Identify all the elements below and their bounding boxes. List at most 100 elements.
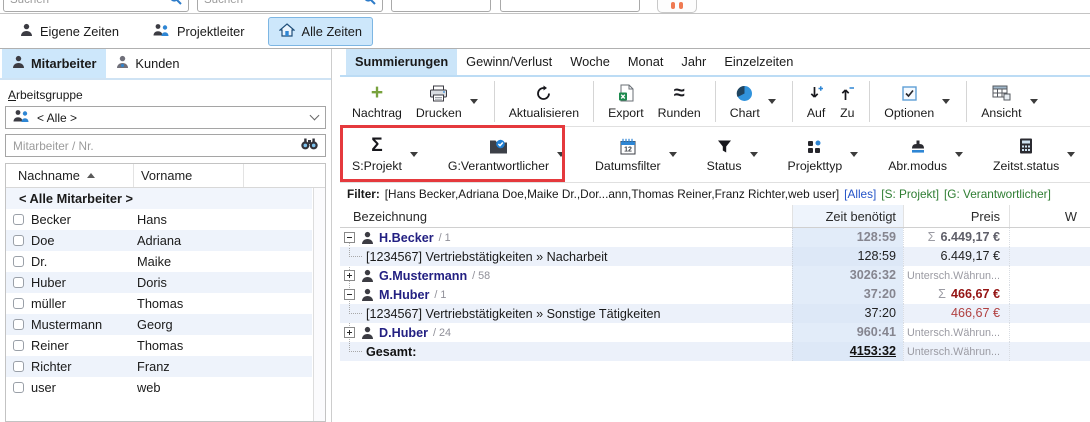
toolbar-button-g-verantwortlicher[interactable]: G:Verantwortlicher: [441, 127, 574, 182]
expand-toggle[interactable]: [344, 327, 355, 338]
employee-checkbox[interactable]: [13, 214, 24, 225]
datumsfilter-dropdown-arrow[interactable]: [669, 152, 677, 157]
employee-row[interactable]: RichterFranz: [6, 356, 312, 377]
drucken-dropdown-arrow[interactable]: [470, 99, 478, 104]
chevron-down-icon: [310, 111, 320, 121]
employee-row[interactable]: DoeAdriana: [6, 230, 312, 251]
column-header-vorname[interactable]: Vorname: [134, 164, 244, 187]
all-employees-row[interactable]: < Alle Mitarbeiter >: [6, 188, 312, 209]
summary-row[interactable]: D.Huber/ 24960:41Untersch.Währun...: [340, 323, 1090, 342]
refresh-icon: [535, 83, 552, 103]
toolbar-button-s-projekt[interactable]: ΣS:Projekt: [345, 127, 427, 182]
tab-einzelzeiten[interactable]: Einzelzeiten: [715, 49, 802, 75]
summary-row[interactable]: M.Huber/ 137:20Σ466,67 €: [340, 285, 1090, 304]
scrollbar-track[interactable]: [313, 188, 325, 421]
view-tab-eigene-zeiten[interactable]: Eigene Zeiten: [9, 17, 130, 46]
employee-row[interactable]: Dr.Maike: [6, 251, 312, 272]
view-tab-alle-zeiten[interactable]: Alle Zeiten: [268, 17, 373, 46]
employee-checkbox[interactable]: [13, 298, 24, 309]
expand-toggle[interactable]: [344, 270, 355, 281]
toolbar-button-body: Aktualisieren: [509, 83, 579, 120]
tab-mitarbeiter[interactable]: Mitarbeiter: [2, 49, 106, 78]
chart-dropdown-arrow[interactable]: [768, 99, 776, 104]
summary-child-row[interactable]: [1234567] Vertriebstätigkeiten » Sonstig…: [340, 304, 1090, 323]
time-value: 128:59: [857, 230, 896, 244]
view-tab-projektleiter[interactable]: Projektleiter: [142, 17, 256, 46]
time-cell: 4153:32: [792, 342, 903, 361]
toolbar-button-chart[interactable]: Chart: [723, 77, 785, 126]
employee-row[interactable]: müllerThomas: [6, 293, 312, 314]
toolbar-button-aktualisieren[interactable]: Aktualisieren: [502, 77, 586, 126]
toolbar-button-zeitst-status[interactable]: Zeitst.status: [986, 127, 1084, 182]
tab-jahr[interactable]: Jahr: [672, 49, 715, 75]
employee-row[interactable]: BeckerHans: [6, 209, 312, 230]
employee-checkbox[interactable]: [13, 382, 24, 393]
toolbar-button-body: Projekttyp: [788, 136, 843, 173]
s-projekt-dropdown-arrow[interactable]: [410, 152, 418, 157]
employee-search-input[interactable]: Mitarbeiter / Nr.: [5, 134, 326, 157]
search-input-2[interactable]: Suchen: [197, 0, 383, 12]
toolbar-button-status[interactable]: Status: [700, 127, 767, 182]
tab-kunden[interactable]: Kunden: [106, 49, 189, 78]
toolbar-button-nachtrag[interactable]: +Nachtrag: [345, 77, 409, 126]
employee-row[interactable]: HuberDoris: [6, 272, 312, 293]
employee-checkbox[interactable]: [13, 361, 24, 372]
filter-field-2[interactable]: [500, 0, 640, 12]
zeitst-status-dropdown-arrow[interactable]: [1067, 152, 1075, 157]
price-value: 6.449,17 €: [940, 249, 1000, 263]
toolbar-button-projekttyp[interactable]: Projekttyp: [781, 127, 868, 182]
toolbar-button-export[interactable]: Export: [601, 77, 651, 126]
toolbar-button-auf[interactable]: Auf: [800, 77, 832, 126]
employee-checkbox[interactable]: [13, 256, 24, 267]
employee-row[interactable]: userweb: [6, 377, 312, 398]
tab-woche[interactable]: Woche: [561, 49, 619, 75]
status-dropdown-arrow[interactable]: [750, 152, 758, 157]
tab-summierungen[interactable]: Summierungen: [346, 49, 457, 75]
pie-chart-icon: [736, 83, 753, 103]
toolbar-button-label: Nachtrag: [352, 106, 402, 120]
home-icon: [279, 23, 295, 40]
tab-gewinn-verlust[interactable]: Gewinn/Verlust: [457, 49, 561, 75]
panel-splitter[interactable]: [332, 49, 340, 422]
alert-button[interactable]: [657, 0, 697, 13]
price-cell: Σ6.449,17 €: [903, 228, 1009, 247]
employee-checkbox[interactable]: [13, 340, 24, 351]
column-header-waehrung[interactable]: W: [1009, 205, 1090, 227]
toolbar-button-optionen[interactable]: Optionen: [877, 77, 959, 126]
summary-row[interactable]: H.Becker/ 1128:59Σ6.449,17 €: [340, 228, 1090, 247]
summary-total-row[interactable]: Gesamt:4153:32Untersch.Währun...: [340, 342, 1090, 361]
toolbar-button-datumsfilter[interactable]: 12Datumsfilter: [588, 127, 686, 182]
collapse-toggle[interactable]: [344, 289, 355, 300]
toolbar-button-abr-modus[interactable]: Abr.modus: [881, 127, 972, 182]
employee-checkbox[interactable]: [13, 235, 24, 246]
projekttyp-dropdown-arrow[interactable]: [850, 152, 858, 157]
tab-monat[interactable]: Monat: [619, 49, 673, 75]
summary-child-row[interactable]: [1234567] Vertriebstätigkeiten » Nacharb…: [340, 247, 1090, 266]
optionen-dropdown-arrow[interactable]: [942, 99, 950, 104]
search-input[interactable]: Suchen: [3, 0, 189, 12]
employee-checkbox[interactable]: [13, 319, 24, 330]
toolbar-button-body: Zeitst.status: [993, 136, 1059, 173]
filter-field[interactable]: [391, 0, 491, 12]
column-header-zeit[interactable]: Zeit benötigt: [792, 205, 903, 227]
warning-icon: [671, 2, 675, 9]
g-verantwortlicher-dropdown-arrow[interactable]: [557, 152, 565, 157]
collapse-toggle[interactable]: [344, 232, 355, 243]
column-header-nachname[interactable]: Nachname: [6, 164, 134, 187]
ansicht-dropdown-arrow[interactable]: [1030, 99, 1038, 104]
column-header-bezeichnung[interactable]: Bezeichnung: [340, 205, 792, 227]
column-header-preis[interactable]: Preis: [903, 205, 1009, 227]
employee-row[interactable]: MustermannGeorg: [6, 314, 312, 335]
employee-name: M.Huber: [379, 288, 429, 302]
employee-checkbox[interactable]: [13, 277, 24, 288]
toolbar-button-drucken[interactable]: Drucken: [409, 77, 487, 126]
employee-row[interactable]: ReinerThomas: [6, 335, 312, 356]
summary-row[interactable]: G.Mustermann/ 583026:32Untersch.Währun..…: [340, 266, 1090, 285]
abr-modus-dropdown-arrow[interactable]: [955, 152, 963, 157]
summary-grid-body: H.Becker/ 1128:59Σ6.449,17 €[1234567] Ve…: [340, 228, 1090, 361]
toolbar-button-label: Abr.modus: [888, 159, 947, 173]
toolbar-button-ansicht[interactable]: Ansicht: [974, 77, 1046, 126]
toolbar-button-zu[interactable]: Zu: [832, 77, 862, 126]
toolbar-button-runden[interactable]: ≈Runden: [651, 77, 708, 126]
workgroup-select[interactable]: < Alle >: [5, 106, 326, 129]
